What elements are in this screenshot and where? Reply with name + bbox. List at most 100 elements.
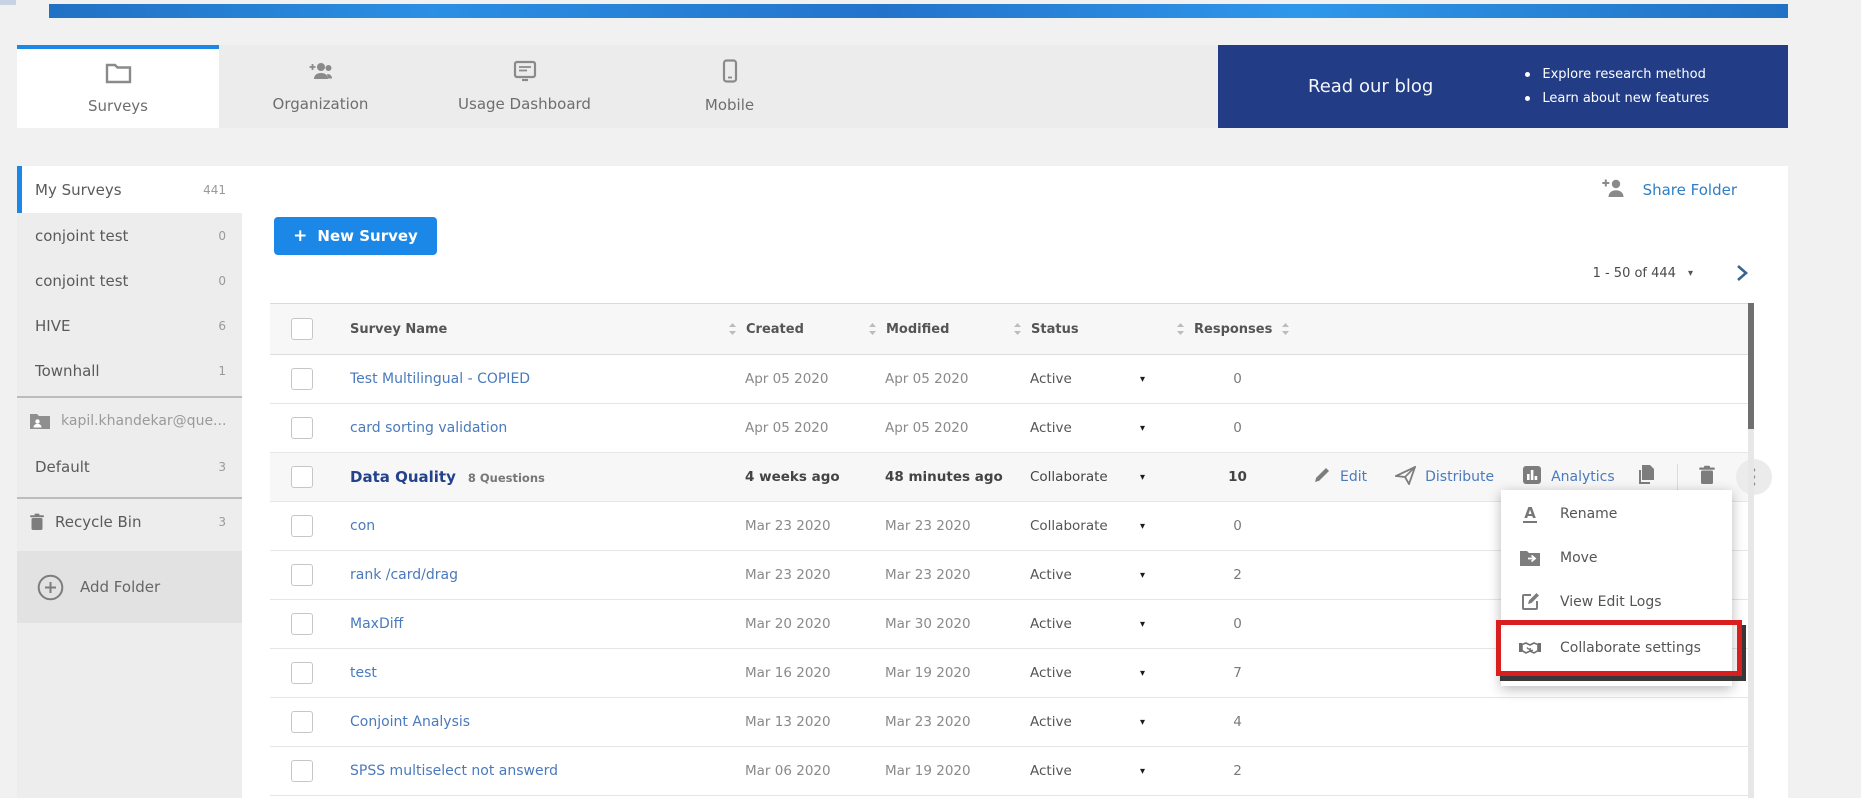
sidebar-item-shared-account[interactable]: kapil.khandekar@que... (17, 398, 242, 443)
status-dropdown-caret[interactable]: ▾ (1140, 619, 1175, 630)
sort-icon[interactable] (1280, 322, 1291, 336)
blog-banner[interactable]: Read our blog Explore research method Le… (1218, 45, 1788, 128)
row-checkbox[interactable] (291, 613, 313, 635)
edit-button[interactable]: Edit (1313, 466, 1367, 488)
blog-banner-title[interactable]: Read our blog (1308, 76, 1433, 97)
trash-icon (29, 513, 45, 531)
sidebar-item-default[interactable]: Default 3 (17, 444, 242, 489)
status-cell: Active (1010, 665, 1140, 681)
status-dropdown-caret[interactable]: ▾ (1140, 668, 1175, 679)
survey-name-link[interactable]: Data Quality (350, 468, 456, 486)
table-scrollbar-thumb[interactable] (1748, 303, 1754, 429)
bullet-dot-icon (1525, 96, 1530, 101)
banner-bullet-item: Learn about new features (1525, 91, 1709, 106)
sidebar-item-conjoint-test-1[interactable]: conjoint test 0 (17, 213, 242, 258)
status-dropdown-caret[interactable]: ▾ (1140, 570, 1175, 581)
tab-organization[interactable]: Organization (219, 45, 422, 128)
status-dropdown-caret[interactable]: ▾ (1140, 423, 1175, 434)
status-dropdown-caret[interactable]: ▾ (1140, 374, 1175, 385)
row-checkbox[interactable] (291, 711, 313, 733)
sidebar-item-count: 6 (218, 319, 226, 333)
row-checkbox[interactable] (291, 760, 313, 782)
pagination-caret-icon[interactable]: ▾ (1688, 268, 1693, 279)
modified-cell: Mar 23 2020 (865, 714, 1010, 730)
pagination-next-button[interactable] (1735, 264, 1748, 282)
status-cell: Active (1010, 420, 1140, 436)
column-header-created[interactable]: Created (725, 322, 865, 337)
sidebar-item-conjoint-test-2[interactable]: conjoint test 0 (17, 258, 242, 303)
survey-name-link[interactable]: test (350, 665, 377, 681)
menu-item-rename[interactable]: A Rename (1501, 492, 1732, 536)
tab-mobile[interactable]: Mobile (627, 45, 832, 128)
edit-logs-icon (1517, 592, 1543, 612)
survey-name-link[interactable]: con (350, 518, 375, 534)
sidebar-item-label: conjoint test (35, 272, 218, 290)
move-folder-icon (1517, 549, 1543, 567)
table-scrollbar-track[interactable] (1748, 303, 1754, 798)
column-header-status[interactable]: Status (1010, 322, 1140, 337)
survey-name-link[interactable]: Test Multilingual - COPIED (350, 371, 530, 387)
status-dropdown-caret[interactable]: ▾ (1140, 521, 1175, 532)
column-header-label: Survey Name (350, 322, 447, 337)
select-all-checkbox[interactable] (291, 318, 313, 340)
plus-circle-icon (37, 574, 64, 601)
mobile-icon (722, 59, 738, 87)
row-checkbox[interactable] (291, 564, 313, 586)
pagination: 1 - 50 of 444 ▾ (1593, 260, 1748, 286)
sort-icon[interactable] (727, 322, 738, 336)
distribute-button[interactable]: Distribute (1395, 466, 1494, 489)
tab-usage-dashboard[interactable]: Usage Dashboard (422, 45, 627, 128)
new-survey-label: New Survey (317, 227, 417, 245)
sidebar-item-my-surveys[interactable]: My Surveys 441 (17, 166, 242, 213)
modified-cell: Apr 05 2020 (865, 420, 1010, 436)
status-dropdown-caret[interactable]: ▾ (1140, 472, 1175, 483)
sidebar-item-townhall[interactable]: Townhall 1 (17, 348, 242, 393)
responses-cell: 10 (1175, 469, 1300, 485)
sort-icon[interactable] (1012, 322, 1023, 336)
row-checkbox[interactable] (291, 466, 313, 488)
banner-bullet-item: Explore research method (1525, 67, 1709, 82)
status-dropdown-caret[interactable]: ▾ (1140, 766, 1175, 777)
add-folder-button[interactable]: Add Folder (17, 551, 242, 623)
sidebar-item-label: My Surveys (35, 181, 203, 199)
survey-name-link[interactable]: Conjoint Analysis (350, 714, 470, 730)
table-row: card sorting validation Apr 05 2020 Apr … (270, 404, 1754, 453)
sort-icon[interactable] (1175, 322, 1186, 336)
delete-button[interactable] (1698, 465, 1716, 489)
sidebar-item-recycle-bin[interactable]: Recycle Bin 3 (17, 499, 242, 544)
row-checkbox[interactable] (291, 417, 313, 439)
menu-item-view-edit-logs[interactable]: View Edit Logs (1501, 580, 1732, 624)
modified-cell: Mar 19 2020 (865, 763, 1010, 779)
sidebar-item-label: Default (35, 458, 218, 476)
analytics-button[interactable]: Analytics (1522, 465, 1615, 489)
survey-name-link[interactable]: SPSS multiselect not answerd (350, 763, 558, 779)
status-cell: Active (1010, 616, 1140, 632)
survey-name-link[interactable]: MaxDiff (350, 616, 403, 632)
menu-item-collaborate-settings[interactable]: Collaborate settings (1501, 624, 1732, 672)
created-cell: Mar 23 2020 (725, 518, 865, 534)
folder-icon (105, 62, 132, 88)
column-header-responses[interactable]: Responses (1175, 322, 1300, 337)
survey-name-link[interactable]: rank /card/drag (350, 567, 458, 583)
column-header-survey-name[interactable]: Survey Name (330, 322, 725, 337)
tab-surveys[interactable]: Surveys (17, 45, 219, 128)
bullet-dot-icon (1525, 72, 1530, 77)
new-survey-button[interactable]: + New Survey (274, 217, 437, 255)
sort-icon[interactable] (867, 322, 878, 336)
row-checkbox[interactable] (291, 515, 313, 537)
sidebar-item-label: Recycle Bin (55, 513, 218, 531)
row-checkbox[interactable] (291, 368, 313, 390)
main-tabbar: Surveys Organization Usage Dashboard (17, 45, 1788, 128)
tab-organization-label: Organization (273, 95, 369, 113)
column-header-modified[interactable]: Modified (865, 322, 1010, 337)
top-corner-chip (0, 0, 16, 5)
row-checkbox[interactable] (291, 662, 313, 684)
share-folder-button[interactable]: Share Folder (1601, 178, 1737, 202)
copy-button[interactable] (1635, 464, 1657, 490)
sidebar-item-count: 3 (218, 460, 226, 474)
survey-name-link[interactable]: card sorting validation (350, 420, 507, 436)
responses-cell: 4 (1175, 714, 1300, 730)
menu-item-move[interactable]: Move (1501, 536, 1732, 580)
sidebar-item-hive[interactable]: HIVE 6 (17, 303, 242, 348)
status-dropdown-caret[interactable]: ▾ (1140, 717, 1175, 728)
